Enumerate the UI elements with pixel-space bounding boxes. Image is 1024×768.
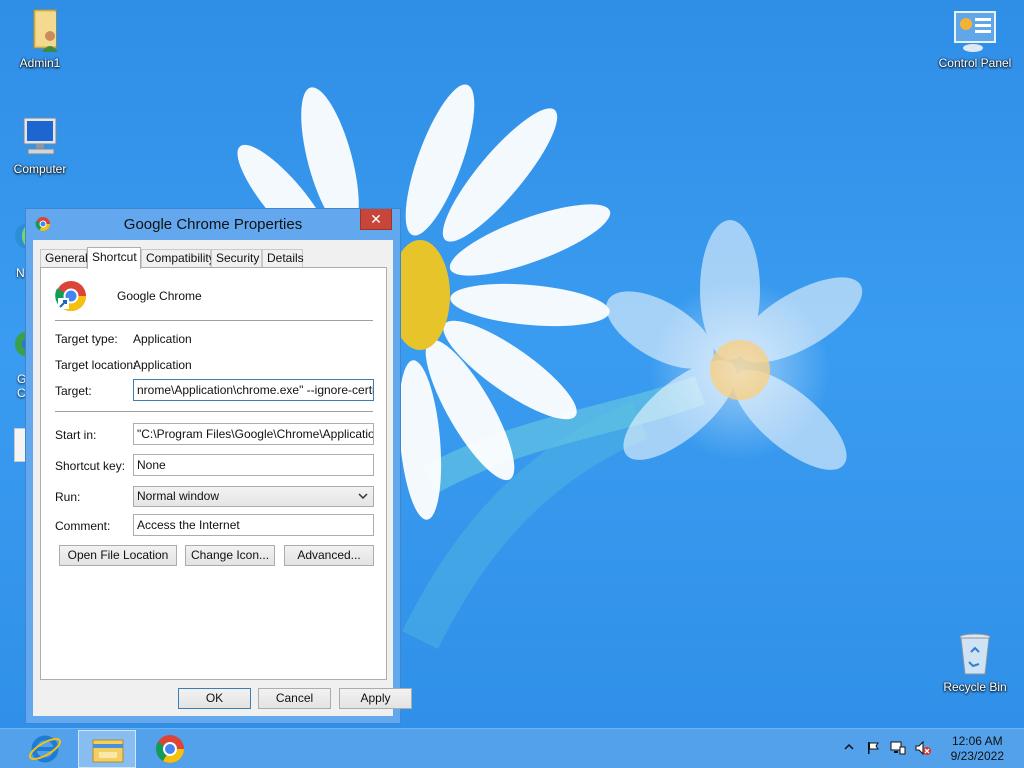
close-button[interactable]: ✕: [360, 209, 392, 230]
run-select[interactable]: Normal window: [133, 486, 374, 507]
comment-label: Comment:: [55, 519, 111, 533]
desktop-icon-label: Control Panel: [938, 56, 1012, 70]
control-panel-icon: [951, 6, 999, 54]
apply-button[interactable]: Apply: [339, 688, 412, 709]
desktop-icon-label: Recycle Bin: [943, 680, 1007, 694]
desktop-icon-computer[interactable]: Computer: [0, 112, 80, 176]
target-field[interactable]: nrome\Application\chrome.exe" --ignore-c…: [133, 379, 374, 401]
clock-time: 12:06 AM: [951, 734, 1003, 748]
target-label: Target:: [55, 384, 92, 398]
chrome-app-icon: [55, 280, 87, 312]
tab-general[interactable]: General: [40, 249, 88, 268]
shortcut-key-field[interactable]: None: [133, 454, 374, 476]
chrome-icon: [156, 735, 184, 763]
taskbar-google-chrome[interactable]: [141, 730, 199, 768]
system-tray: [842, 729, 942, 768]
properties-dialog: Google Chrome Properties ✕ General Short…: [25, 208, 412, 724]
computer-icon: [16, 112, 64, 160]
shortcut-tab-panel: Google Chrome Target type: Application T…: [40, 267, 387, 680]
target-location-value: Application: [133, 358, 192, 372]
desktop-icon-recycle-bin[interactable]: Recycle Bin: [935, 630, 1015, 694]
tab-compatibility[interactable]: Compatibility: [141, 249, 215, 268]
app-name: Google Chrome: [117, 289, 202, 303]
desktop-icon-label: Computer: [13, 162, 67, 176]
open-file-location-button[interactable]: Open File Location: [59, 545, 177, 566]
advanced-button[interactable]: Advanced...: [284, 545, 374, 566]
action-center-flag-icon[interactable]: [866, 741, 880, 758]
target-location-label: Target location:: [55, 358, 137, 372]
network-icon[interactable]: [890, 740, 906, 759]
start-in-field[interactable]: "C:\Program Files\Google\Chrome\Applicat…: [133, 423, 374, 445]
comment-field[interactable]: Access the Internet: [133, 514, 374, 536]
tab-shortcut[interactable]: Shortcut: [87, 247, 141, 269]
change-icon-button[interactable]: Change Icon...: [185, 545, 275, 566]
dialog-client-area: General Shortcut Compatibility Security …: [33, 240, 412, 716]
dialog-title-bar[interactable]: Google Chrome Properties ✕: [26, 209, 400, 239]
desktop-icon-control-panel[interactable]: Control Panel: [935, 6, 1015, 70]
volume-muted-icon[interactable]: [914, 740, 932, 759]
run-label: Run:: [55, 490, 81, 504]
taskbar: 12:06 AM 9/23/2022: [0, 728, 1024, 768]
taskbar-internet-explorer[interactable]: [16, 730, 74, 768]
show-hidden-icons-icon[interactable]: [844, 741, 854, 755]
ok-button[interactable]: OK: [178, 688, 251, 709]
partial-icon-label: N: [16, 266, 25, 280]
desktop-icon-admin1[interactable]: Admin1: [0, 6, 80, 70]
close-icon: ✕: [370, 211, 382, 227]
internet-explorer-icon: [28, 735, 62, 763]
dialog-title: Google Chrome Properties: [123, 216, 303, 233]
desktop-icon-label: Admin1: [19, 56, 61, 70]
target-type-label: Target type:: [55, 332, 118, 346]
separator: [55, 411, 373, 412]
separator: [55, 320, 373, 321]
start-in-label: Start in:: [55, 428, 97, 442]
tab-security[interactable]: Security: [211, 249, 262, 268]
chevron-down-icon: [358, 487, 368, 513]
target-type-value: Application: [133, 332, 192, 346]
tab-details[interactable]: Details: [262, 249, 304, 268]
user-folder-icon: [16, 6, 64, 54]
recycle-bin-icon: [951, 630, 999, 678]
taskbar-file-explorer[interactable]: [78, 730, 136, 768]
taskbar-clock[interactable]: 12:06 AM 9/23/2022: [951, 734, 1004, 764]
file-explorer-icon: [92, 739, 124, 763]
run-select-value: Normal window: [137, 489, 220, 503]
clock-date: 9/23/2022: [950, 749, 1004, 763]
cancel-button[interactable]: Cancel: [258, 688, 331, 709]
shortcut-key-label: Shortcut key:: [55, 459, 126, 473]
